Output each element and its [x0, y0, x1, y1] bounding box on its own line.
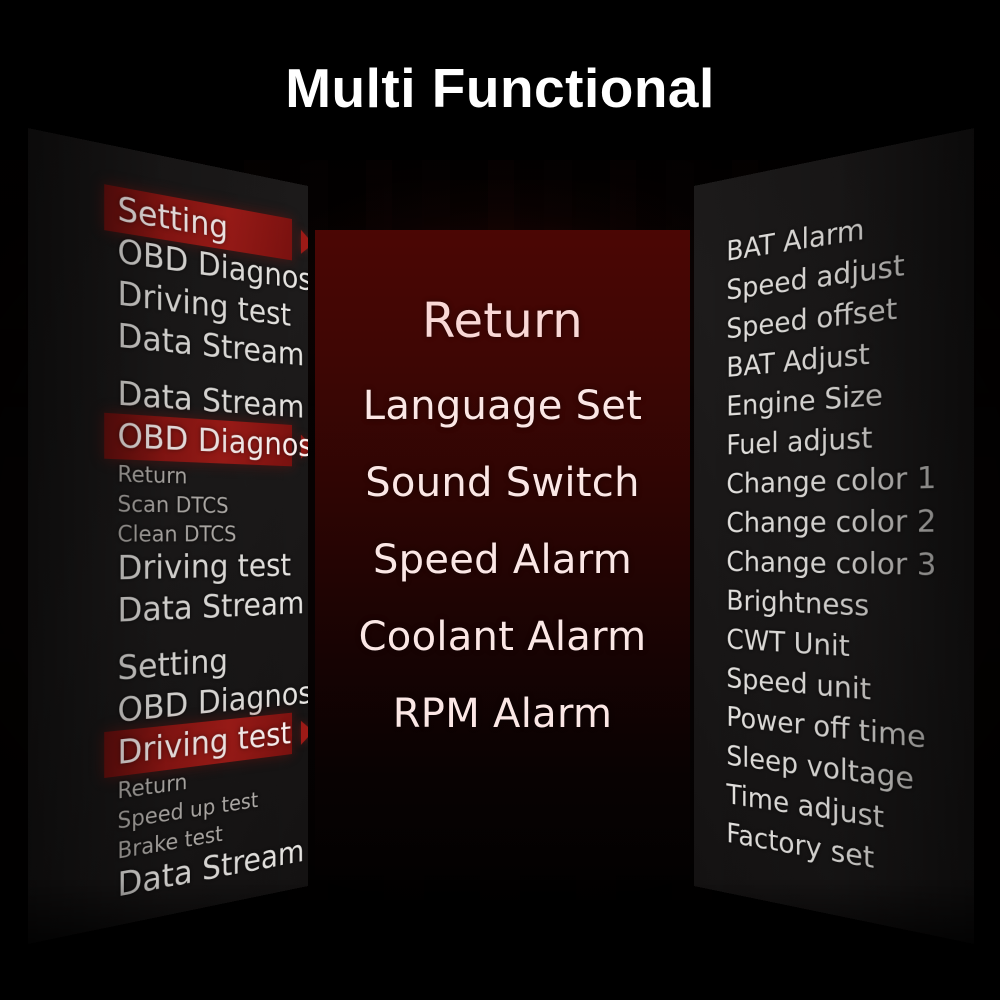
- option-item-fuel-adjust[interactable]: Fuel adjust: [726, 421, 872, 462]
- sidebar-item-return[interactable]: Return: [117, 460, 187, 489]
- menu-item-speed-alarm[interactable]: Speed Alarm: [315, 537, 690, 583]
- screenshot-stage: Setting OBD Diagnose Driving test Data Stre…: [0, 0, 1000, 1000]
- menu-item-language-set[interactable]: Language Set: [315, 383, 690, 429]
- option-item-bat-adjust[interactable]: BAT Adjust: [726, 337, 869, 384]
- menu-item-sound-switch[interactable]: Sound Switch: [315, 460, 690, 506]
- right-display-panel: BAT Alarm Speed adjust Speed offset BAT Adj…: [694, 128, 974, 944]
- menu-item-rpm-alarm[interactable]: RPM Alarm: [315, 691, 690, 737]
- center-display-panel: Return Language Set Sound Switch Speed Alar…: [315, 230, 690, 875]
- sidebar-item-scan-dtcs[interactable]: Scan DTCS: [117, 490, 228, 518]
- menu-item-coolant-alarm[interactable]: Coolant Alarm: [315, 614, 690, 660]
- right-menu-list: BAT Alarm Speed adjust Speed offset BAT Adj…: [694, 128, 974, 944]
- page-title: Multi Functional: [285, 57, 715, 119]
- left-menu-list: Setting OBD Diagnose Driving test Data Stre…: [28, 128, 308, 944]
- sidebar-item-data-stream[interactable]: Data Stream: [117, 586, 304, 630]
- option-item-engine-size[interactable]: Engine Size: [726, 378, 883, 423]
- selection-arrow-icon: [300, 718, 308, 745]
- sidebar-item-setting[interactable]: Setting: [117, 643, 228, 689]
- menu-item-return[interactable]: Return: [315, 297, 690, 345]
- option-item-change-color-1[interactable]: Change color 1: [726, 461, 936, 501]
- selection-arrow-icon: [300, 229, 308, 256]
- center-menu-list: Return Language Set Sound Switch Speed Alar…: [315, 230, 690, 875]
- sidebar-item-driving-test[interactable]: Driving test: [117, 548, 291, 588]
- option-item-change-color-2[interactable]: Change color 2: [726, 504, 936, 539]
- option-item-speed-unit[interactable]: Speed unit: [726, 662, 871, 707]
- option-item-brightness[interactable]: Brightness: [726, 585, 869, 623]
- sidebar-item-clean-dtcs[interactable]: Clean DTCS: [117, 520, 236, 547]
- option-item-cwt-unit[interactable]: CWT Unit: [726, 624, 849, 664]
- option-item-change-color-3[interactable]: Change color 3: [726, 546, 936, 583]
- left-display-panel: Setting OBD Diagnose Driving test Data Stre…: [28, 128, 308, 944]
- background-bottom-fade: [0, 880, 1000, 1000]
